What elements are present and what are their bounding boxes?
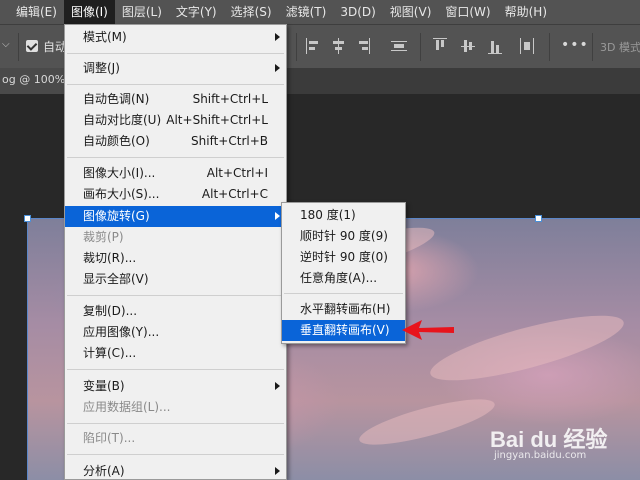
submenu-item-flip-horizontal[interactable]: 水平翻转画布(H) [282, 299, 405, 320]
menu-item-auto-color[interactable]: 自动颜色(O) Shift+Ctrl+B [65, 131, 286, 152]
menu-item-shortcut: Shift+Ctrl+B [191, 134, 268, 148]
distribute-icon[interactable] [391, 38, 407, 54]
menu-item-shortcut: Alt+Ctrl+I [206, 166, 268, 180]
menu-item-trap[interactable]: 陷印(T)... [65, 428, 286, 449]
menu-item-label: 裁剪(P) [83, 230, 124, 244]
submenu-arrow-icon [275, 212, 280, 220]
menu-item-apply-data-set[interactable]: 应用数据组(L)... [65, 397, 286, 418]
submenu-item-arbitrary[interactable]: 任意角度(A)... [282, 268, 405, 289]
menu-item-shortcut: Alt+Ctrl+C [201, 187, 268, 201]
menu-item-canvas-size[interactable]: 画布大小(S)... Alt+Ctrl+C [65, 184, 286, 205]
submenu-item-rotate-180[interactable]: 180 度(1) [282, 205, 405, 226]
menu-item-label: 调整(J) [83, 61, 120, 75]
menu-item-label: 自动颜色(O) [83, 134, 150, 148]
menu-item-adjustments[interactable]: 调整(J) [65, 58, 286, 79]
menu-item-label: 计算(C)... [83, 346, 137, 360]
more-options-icon[interactable]: ••• [561, 37, 589, 53]
align-left-icon[interactable] [306, 38, 320, 54]
document-tab[interactable]: og @ 100% [0, 68, 66, 94]
menu-item-shortcut: Shift+Ctrl+L [192, 92, 268, 106]
distribute-horizontal-icon[interactable] [520, 38, 534, 54]
menu-item-shortcut: Alt+Shift+Ctrl+L [166, 113, 268, 127]
menu-item-label: 画布大小(S)... [83, 187, 160, 201]
menu-item-label: 自动色调(N) [83, 92, 150, 106]
menu-item-apply-image[interactable]: 应用图像(Y)... [65, 322, 286, 343]
menu-filter[interactable]: 滤镜(T) [279, 0, 334, 24]
menu-layer[interactable]: 图层(L) [115, 0, 169, 24]
menu-3d[interactable]: 3D(D) [333, 0, 382, 24]
submenu-arrow-icon [275, 64, 280, 72]
menu-item-label: 应用数据组(L)... [83, 400, 171, 414]
menu-edit[interactable]: 编辑(E) [0, 0, 64, 24]
menu-item-reveal-all[interactable]: 显示全部(V) [65, 269, 286, 290]
image-menu: 模式(M) 调整(J) 自动色调(N) Shift+Ctrl+L 自动对比度(U… [64, 24, 287, 480]
menu-item-label: 分析(A) [83, 464, 125, 478]
menu-item-auto-contrast[interactable]: 自动对比度(U) Alt+Shift+Ctrl+L [65, 110, 286, 131]
menu-item-trim[interactable]: 裁切(R)... [65, 248, 286, 269]
menu-divider [284, 293, 403, 294]
menu-item-label: 自动对比度(U) [83, 113, 162, 127]
menu-divider [67, 295, 284, 296]
menu-divider [67, 454, 284, 455]
divider [18, 33, 19, 61]
menu-item-label: 陷印(T)... [83, 431, 136, 445]
submenu-arrow-icon [275, 382, 280, 390]
menu-divider [67, 157, 284, 158]
submenu-item-rotate-90-ccw[interactable]: 逆时针 90 度(0) [282, 247, 405, 268]
selection-border [27, 218, 28, 480]
menu-item-label: 图像大小(I)... [83, 166, 156, 180]
submenu-arrow-icon [275, 467, 280, 475]
menu-item-label: 模式(M) [83, 30, 127, 44]
menu-item-auto-tone[interactable]: 自动色调(N) Shift+Ctrl+L [65, 89, 286, 110]
red-arrow-annotation [402, 320, 454, 340]
menu-item-label: 裁切(R)... [83, 251, 137, 265]
align-right-icon[interactable] [356, 38, 370, 54]
3d-mode-label: 3D 模式 [600, 41, 640, 54]
menu-divider [67, 84, 284, 85]
menu-item-label: 应用图像(Y)... [83, 325, 160, 339]
transform-handle[interactable] [24, 215, 31, 222]
chevron-down-icon[interactable]: ⌵ [2, 39, 10, 50]
align-bottom-icon[interactable] [488, 38, 502, 54]
menu-select[interactable]: 选择(S) [224, 0, 279, 24]
menu-item-mode[interactable]: 模式(M) [65, 27, 286, 48]
align-center-horizontal-icon[interactable] [331, 38, 345, 54]
submenu-arrow-icon [275, 33, 280, 41]
menu-item-label: 图像旋转(G) [83, 209, 150, 223]
menu-window[interactable]: 窗口(W) [438, 0, 497, 24]
menu-type[interactable]: 文字(Y) [169, 0, 224, 24]
watermark: Bai du 经验 jingyan.baidu.com [490, 418, 630, 478]
menu-divider [67, 53, 284, 54]
watermark-url: jingyan.baidu.com [494, 450, 587, 461]
menu-item-variables[interactable]: 变量(B) [65, 376, 286, 397]
menu-divider [67, 423, 284, 424]
align-top-icon[interactable] [433, 38, 447, 54]
auto-select-checkbox[interactable] [26, 40, 38, 52]
divider [420, 33, 421, 61]
submenu-item-rotate-90-cw[interactable]: 顺时针 90 度(9) [282, 226, 405, 247]
menu-bar: 编辑(E) 图像(I) 图层(L) 文字(Y) 选择(S) 滤镜(T) 3D(D… [0, 0, 640, 24]
menu-divider [67, 369, 284, 370]
transform-handle[interactable] [535, 215, 542, 222]
menu-item-label: 复制(D)... [83, 304, 138, 318]
menu-item-duplicate[interactable]: 复制(D)... [65, 301, 286, 322]
align-middle-vertical-icon[interactable] [461, 38, 475, 54]
menu-item-crop[interactable]: 裁剪(P) [65, 227, 286, 248]
divider [549, 33, 550, 61]
menu-item-calculations[interactable]: 计算(C)... [65, 343, 286, 364]
menu-view[interactable]: 视图(V) [383, 0, 439, 24]
menu-image[interactable]: 图像(I) [63, 0, 115, 24]
menu-item-label: 变量(B) [83, 379, 125, 393]
menu-help[interactable]: 帮助(H) [498, 0, 554, 24]
menu-item-label: 显示全部(V) [83, 272, 149, 286]
menu-item-image-rotation[interactable]: 图像旋转(G) [65, 206, 286, 227]
image-rotation-submenu: 180 度(1) 顺时针 90 度(9) 逆时针 90 度(0) 任意角度(A)… [281, 202, 406, 344]
submenu-item-flip-vertical[interactable]: 垂直翻转画布(V) [282, 320, 405, 341]
divider [592, 33, 593, 61]
divider [296, 33, 297, 61]
menu-item-analysis[interactable]: 分析(A) [65, 461, 286, 480]
menu-item-image-size[interactable]: 图像大小(I)... Alt+Ctrl+I [65, 163, 286, 184]
